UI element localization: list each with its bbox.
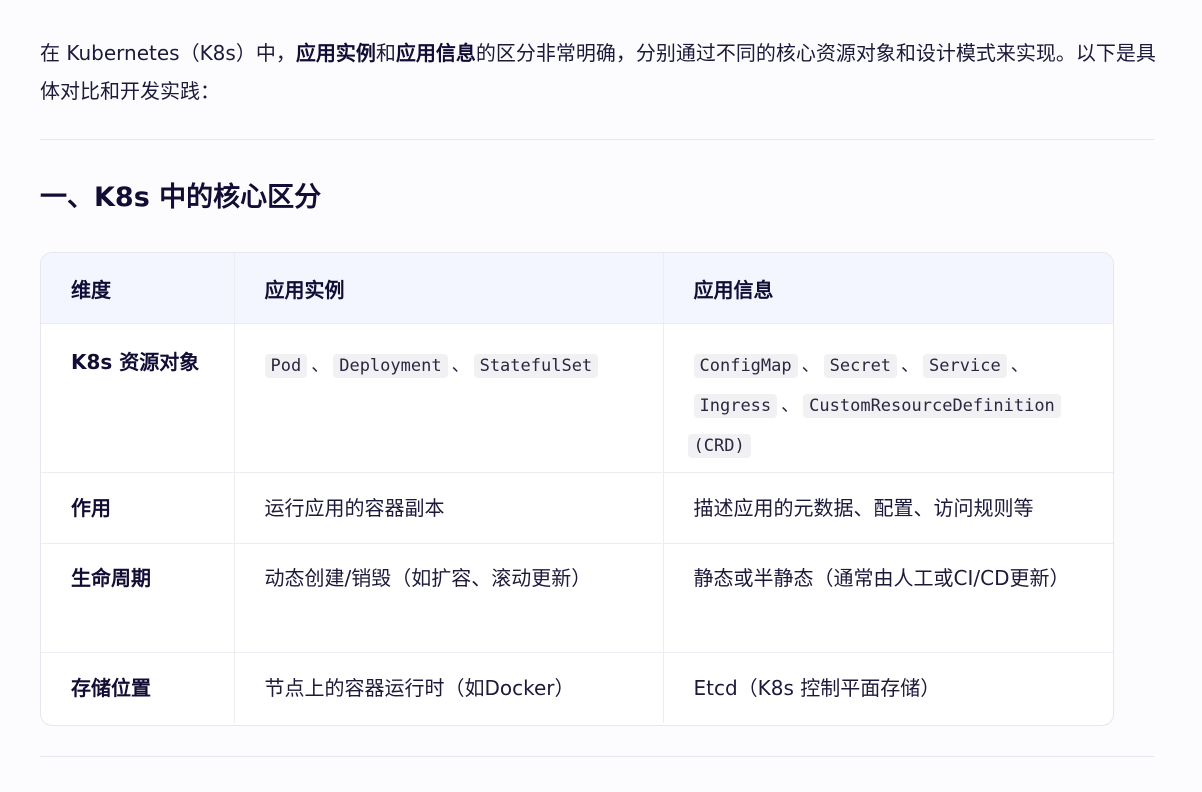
section-heading: 一、K8s 中的核心区分 xyxy=(40,182,322,213)
code-crd: CustomResourceDefinition xyxy=(803,394,1061,418)
row-instance-cell: 节点上的容器运行时（如Docker） xyxy=(234,652,664,723)
intro-text-2: 和 xyxy=(375,41,396,65)
row-dimension: 生命周期 xyxy=(41,543,235,653)
code-pod: Pod xyxy=(264,354,308,378)
code-secret: Secret xyxy=(823,354,898,378)
document-page: 在 Kubernetes（K8s）中，应用实例和应用信息的区分非常明确，分别通过… xyxy=(0,0,1202,792)
header-instance: 应用实例 xyxy=(234,253,664,324)
divider-bottom xyxy=(40,756,1154,757)
table-row: 存储位置 节点上的容器运行时（如Docker） Etcd（K8s 控制平面存储） xyxy=(41,652,1113,723)
table-row: 作用 运行应用的容器副本 描述应用的元数据、配置、访问规则等 xyxy=(41,472,1113,544)
row-dimension: 存储位置 xyxy=(41,652,235,723)
code-deployment: Deployment xyxy=(333,354,448,378)
separator: 、 xyxy=(1010,355,1029,376)
code-ingress: Ingress xyxy=(693,394,778,418)
row-info-cell: ConfigMap、 Secret、 Service、 Ingress、 Custom… xyxy=(663,323,1113,473)
code-crd-abbrev: (CRD) xyxy=(687,434,751,458)
separator: 、 xyxy=(901,355,920,376)
code-configmap: ConfigMap xyxy=(693,354,798,378)
row-instance-cell: 运行应用的容器副本 xyxy=(234,472,664,544)
intro-bold-info: 应用信息 xyxy=(395,41,476,65)
table-row: 生命周期 动态创建/销毁（如扩容、滚动更新） 静态或半静态（通常由人工或CI/C… xyxy=(41,543,1113,653)
row-dimension: K8s 资源对象 xyxy=(41,323,235,473)
separator: 、 xyxy=(311,355,330,376)
separator: 、 xyxy=(781,395,800,416)
intro-bold-instance: 应用实例 xyxy=(295,41,376,65)
row-info-cell: 描述应用的元数据、配置、访问规则等 xyxy=(663,472,1113,544)
row-instance-cell: Pod、 Deployment、 StatefulSet xyxy=(234,323,664,473)
header-dimension: 维度 xyxy=(41,253,235,324)
header-info: 应用信息 xyxy=(663,253,1113,324)
intro-text-1: 在 Kubernetes（K8s）中， xyxy=(40,41,296,65)
row-info-cell: Etcd（K8s 控制平面存储） xyxy=(693,676,941,700)
table-header-row: 维度 应用实例 应用信息 xyxy=(41,253,1113,324)
row-dimension: 作用 xyxy=(41,472,235,544)
separator: 、 xyxy=(801,355,820,376)
code-service: Service xyxy=(923,354,1007,378)
divider-top xyxy=(40,139,1154,140)
row-info-cell: 静态或半静态（通常由人工或CI/CD更新） xyxy=(663,543,1113,653)
row-instance-cell: 动态创建/销毁（如扩容、滚动更新） xyxy=(234,543,664,653)
comparison-table: 维度 应用实例 应用信息 K8s 资源对象 Pod、 Deployment、 Sta… xyxy=(40,252,1114,726)
separator: 、 xyxy=(451,355,470,376)
code-statefulset: StatefulSet xyxy=(473,354,599,378)
intro-paragraph: 在 Kubernetes（K8s）中，应用实例和应用信息的区分非常明确，分别通过… xyxy=(40,34,1160,110)
table-row: K8s 资源对象 Pod、 Deployment、 StatefulSet Conf… xyxy=(41,323,1113,473)
